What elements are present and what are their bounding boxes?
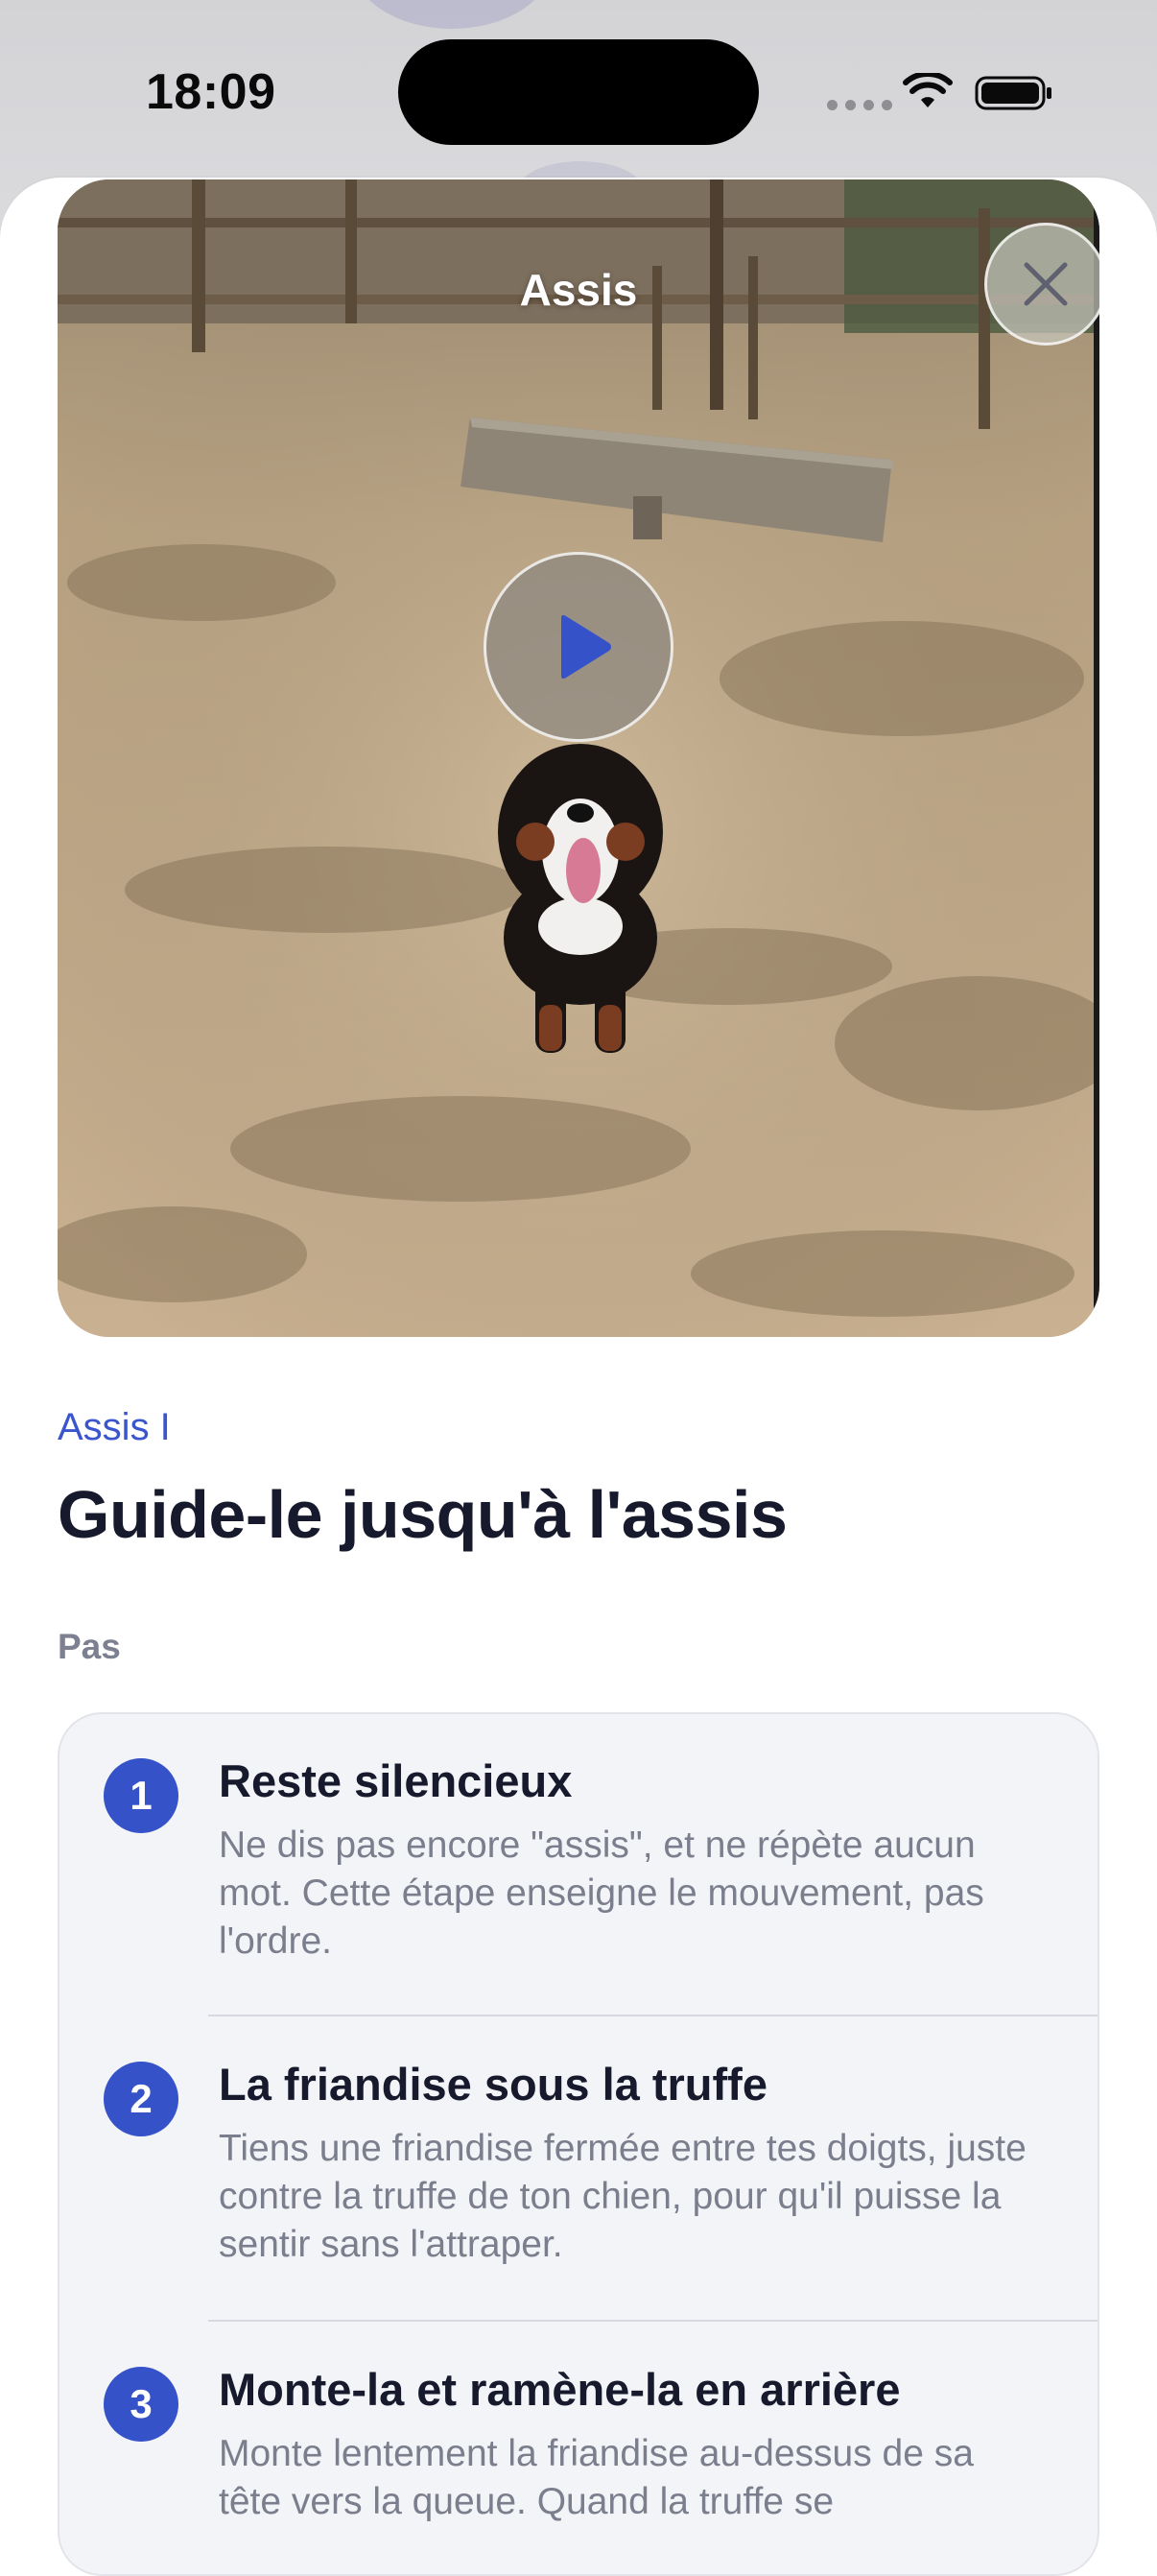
step-divider xyxy=(208,2320,1098,2322)
close-button[interactable] xyxy=(984,223,1099,346)
play-button[interactable] xyxy=(484,552,673,742)
step-number-badge: 2 xyxy=(104,2062,178,2136)
lesson-eyebrow: Assis I xyxy=(58,1406,171,1448)
page-title: Guide-le jusqu'à l'assis xyxy=(58,1477,788,1552)
dynamic-island xyxy=(398,39,759,145)
steps-card: 1 Reste silencieux Ne dis pas encore "as… xyxy=(58,1712,1099,2576)
step-title: Reste silencieux xyxy=(219,1755,573,1806)
wifi-icon xyxy=(903,73,953,107)
status-time: 18:09 xyxy=(146,64,276,120)
close-icon xyxy=(1024,262,1068,306)
step-number-badge: 1 xyxy=(104,1758,178,1833)
step-title: Monte-la et ramène-la en arrière xyxy=(219,2364,901,2415)
step-number-badge: 3 xyxy=(104,2367,178,2442)
step-item: 3 Monte-la et ramène-la en arrière Monte… xyxy=(59,2323,1098,2574)
step-description: Tiens une friandise fermée entre tes doi… xyxy=(219,2128,1027,2265)
step-item: 2 La friandise sous la truffe Tiens une … xyxy=(59,2017,1098,2323)
video-thumbnail xyxy=(58,179,1099,1337)
cellular-signal-icon xyxy=(827,100,892,110)
step-description: Monte lentement la friandise au-dessus d… xyxy=(219,2433,974,2522)
step-description: Ne dis pas encore "assis", et ne répète … xyxy=(219,1825,984,1962)
step-divider xyxy=(208,2015,1098,2016)
play-icon xyxy=(561,614,611,680)
video-title: Assis xyxy=(519,265,638,315)
section-label: Pas xyxy=(58,1627,121,1666)
video-player[interactable]: Assis xyxy=(58,179,1099,1337)
status-bar: 18:09 xyxy=(0,0,1157,182)
battery-icon xyxy=(975,76,1051,110)
step-item: 1 Reste silencieux Ne dis pas encore "as… xyxy=(59,1714,1098,2017)
step-title: La friandise sous la truffe xyxy=(219,2059,767,2110)
